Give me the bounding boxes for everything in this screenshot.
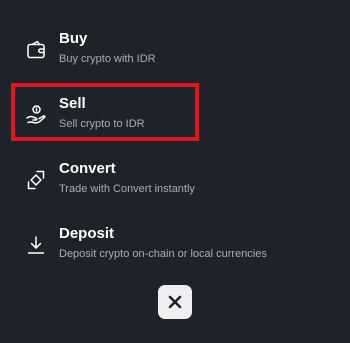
close-icon [168,295,182,309]
wallet-icon [27,40,45,59]
convert-icon [27,170,45,190]
close-button[interactable] [158,285,192,319]
menu-item-title: Convert [59,160,116,177]
menu-item-subtitle: Deposit crypto on-chain or local currenc… [59,248,267,260]
sell-highlight-box [11,83,199,141]
download-icon [27,236,45,254]
menu-item-title: Buy [59,30,88,47]
menu-item-subtitle: Buy crypto with IDR [59,53,156,65]
menu-item-deposit[interactable]: Deposit Deposit crypto on-chain or local… [0,225,350,281]
menu-item-title: Deposit [59,225,115,242]
menu-item-subtitle: Trade with Convert instantly [59,183,195,195]
menu-item-convert[interactable]: Convert Trade with Convert instantly [0,160,350,216]
menu-item-buy[interactable]: Buy Buy crypto with IDR [0,30,350,86]
